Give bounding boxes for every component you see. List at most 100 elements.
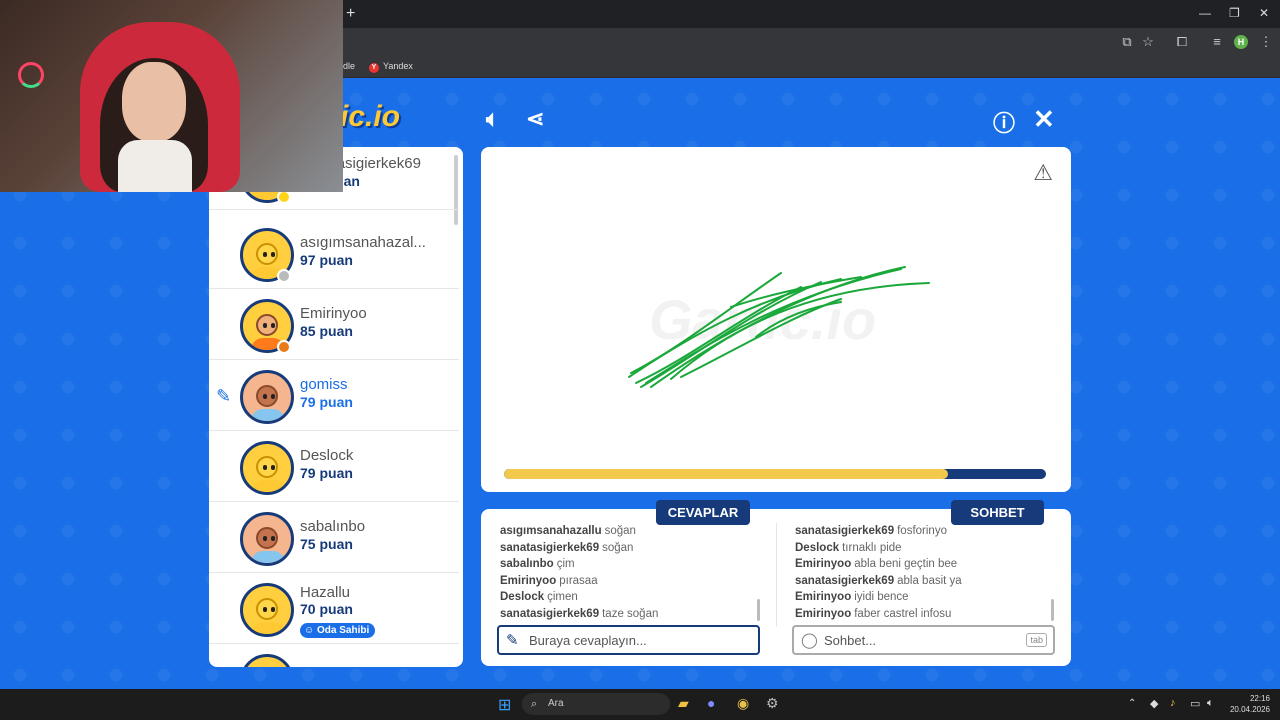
chat-message: Deslock tırnaklı pide [795, 540, 1065, 557]
bookmark-item[interactable]: dle [343, 61, 355, 71]
chat-tab[interactable]: SOHBET [951, 500, 1044, 525]
tray-app-icon[interactable]: ◆ [1150, 697, 1158, 710]
restore-button[interactable]: ❐ [1229, 6, 1240, 20]
chat-input[interactable]: ◯ Sohbet... tab [792, 625, 1055, 655]
profile-avatar[interactable]: H [1234, 35, 1248, 49]
cast-icon[interactable]: ⧉ [1119, 34, 1135, 50]
player-row[interactable] [209, 644, 459, 667]
answers-tab[interactable]: CEVAPLAR [656, 500, 750, 525]
answer-message: sanatasigierkek69 taze soğan [500, 606, 770, 623]
player-points: 79 puan [300, 465, 353, 481]
file-explorer-icon[interactable]: ▰ [678, 695, 689, 712]
player-avatar [240, 512, 294, 566]
start-icon[interactable]: ⊞ [498, 695, 511, 715]
chat-message: Emirinyoo faber castrel infosu [795, 606, 1065, 623]
chat-message: Emirinyoo iyidi bence [795, 589, 1065, 606]
message-text: taze soğan [602, 607, 659, 620]
round-timer-fill [504, 469, 949, 479]
discord-icon[interactable]: ● [707, 695, 715, 711]
badge-label: Oda Sahibi [317, 625, 370, 636]
search-icon: ⌕ [531, 698, 538, 710]
message-text: pırasaa [559, 574, 598, 587]
app-icon[interactable]: ⚙ [766, 695, 779, 712]
sound-icon[interactable]: 🔈︎ [486, 106, 499, 132]
extensions-icon[interactable]: ⧠ [1174, 34, 1190, 50]
message-text: çimen [547, 591, 578, 603]
message-author: Emirinyoo [500, 574, 557, 587]
chat-scrollbar[interactable] [1051, 599, 1054, 621]
chrome-icon[interactable]: ◉ [737, 695, 749, 712]
message-author: sanatasigierkek69 [795, 574, 895, 587]
bookmark-star-icon[interactable]: ☆ [1140, 34, 1156, 50]
message-author: asıgımsanahazallu [500, 525, 602, 537]
drawing-strokes [628, 266, 930, 388]
chat-message: sanatasigierkek69 fosforinyo [795, 523, 1065, 540]
menu-icon[interactable]: ⋮ [1258, 34, 1274, 50]
answer-input[interactable]: ✎ Buraya cevaplayın... [497, 625, 760, 655]
player-avatar [240, 370, 294, 424]
message-author: Deslock [795, 541, 840, 554]
chat-bubble-icon: ◯ [801, 632, 818, 649]
player-row[interactable]: Deslock 79 puan [209, 431, 459, 502]
clock-date: 20.04.2026 [1229, 705, 1270, 714]
chat-divider [776, 523, 777, 627]
chat-message: sanatasigierkek69 abla basit ya [795, 573, 1065, 590]
answer-message: Emirinyoo pırasaa [500, 573, 770, 590]
chat-message: Emirinyoo abla beni geçtin bee [795, 556, 1065, 573]
message-author: sabalınbo [500, 558, 554, 570]
players-panel: sanatasigierkek69 112 puan asıgımsanahaz… [209, 147, 463, 667]
round-timer-bar [504, 469, 1046, 479]
close-window-button[interactable]: ✕ [1259, 6, 1269, 20]
player-name: gomiss [300, 376, 348, 393]
minimize-button[interactable]: — [1199, 6, 1211, 20]
drawing-canvas[interactable]: Gartic.io ⚠ [481, 147, 1071, 492]
new-tab-button[interactable]: + [346, 5, 355, 23]
message-text: fosforinyo [897, 525, 947, 537]
player-row-drawing[interactable]: ✎ gomiss 79 puan [209, 360, 459, 431]
player-row[interactable]: sabalınbo 75 puan [209, 502, 459, 573]
player-points: 70 puan [300, 601, 353, 617]
status-dot [277, 340, 291, 354]
message-text: soğan [604, 525, 636, 537]
bookmark-yandex[interactable]: Y Yandex [369, 61, 413, 73]
pencil-icon: ✎ [216, 386, 232, 406]
answer-message: sanatasigierkek69 soğan [500, 540, 770, 557]
status-dot [277, 269, 291, 283]
player-points: 79 puan [300, 394, 353, 410]
network-icon[interactable]: ▭ [1190, 697, 1200, 710]
player-avatar [240, 654, 294, 667]
player-name: Hazallu [300, 584, 351, 601]
yandex-icon: Y [369, 63, 379, 73]
microphone-icon[interactable]: ♪ [1170, 697, 1176, 709]
share-icon[interactable]: ⋖ [526, 106, 544, 132]
player-points: 75 puan [300, 536, 353, 552]
taskbar-search[interactable]: ⌕ Ara [522, 693, 670, 715]
message-author: sanatasigierkek69 [795, 525, 895, 537]
message-text: iyidi bence [854, 591, 909, 603]
player-row[interactable]: Hazallu 70 puan ☺ Oda Sahibi [209, 573, 459, 644]
answers-scrollbar[interactable] [757, 599, 760, 621]
message-author: sanatasigierkek69 [500, 607, 600, 620]
message-text: faber castrel infosu [854, 607, 952, 620]
message-text: tırnaklı pide [842, 541, 902, 554]
volume-icon[interactable]: 🔈︎ [1207, 697, 1214, 710]
streamer-face [122, 62, 186, 142]
message-text: çim [556, 558, 575, 570]
player-row[interactable]: asıgımsanahazal... 97 puan [209, 218, 459, 289]
info-icon[interactable]: ⓘ [993, 106, 1015, 138]
taskbar-clock[interactable]: 22:16 20.04.2026 [1230, 693, 1270, 715]
close-icon[interactable]: ✕ [1033, 104, 1055, 135]
webcam-overlay [0, 0, 343, 192]
player-row[interactable]: Emirinyoo 85 puan [209, 289, 459, 360]
pencil-icon: ✎ [506, 632, 519, 649]
message-author: Emirinyoo [795, 558, 852, 570]
player-name: Emirinyoo [300, 305, 367, 322]
media-icon[interactable]: ≡ [1209, 34, 1225, 50]
tray-chevron-icon[interactable]: ⌃ [1128, 698, 1136, 709]
chat-list: sanatasigierkek69 fosforinyo Deslock tırna… [795, 523, 1065, 622]
player-name: asıgımsanahazal... [300, 234, 426, 251]
tab-key-hint: tab [1026, 633, 1047, 647]
player-avatar [240, 441, 294, 495]
message-author: sanatasigierkek69 [500, 541, 600, 554]
answer-placeholder: Buraya cevaplayın... [529, 633, 647, 648]
